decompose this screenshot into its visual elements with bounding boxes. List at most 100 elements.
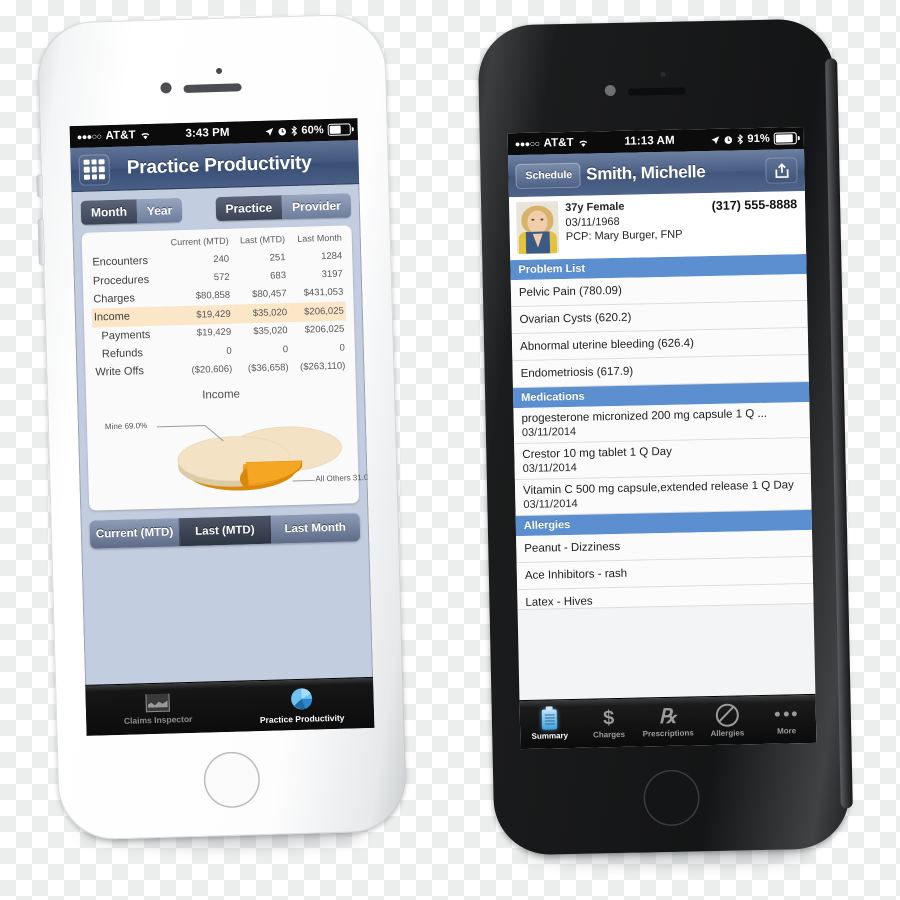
back-button-label: Schedule bbox=[525, 168, 573, 182]
carrier-label: AT&T bbox=[105, 129, 136, 143]
segment-provider[interactable]: Provider bbox=[281, 193, 352, 220]
cell-last-month: 1284 bbox=[320, 250, 343, 262]
cell-current: ($20,606) bbox=[191, 363, 233, 376]
range-button-current-mtd[interactable]: Current (MTD) bbox=[89, 517, 181, 549]
carrier-label: AT&T bbox=[543, 136, 574, 150]
cell-current: $19,429 bbox=[161, 304, 233, 326]
list-item[interactable]: Crestor 10 mg tablet 1 Q Day 03/11/2014 bbox=[514, 437, 811, 481]
tab-practice-productivity[interactable]: Practice Productivity bbox=[229, 678, 374, 732]
cell-last-month: 3197 bbox=[321, 268, 343, 281]
row-label: Income bbox=[91, 306, 162, 328]
wifi-icon bbox=[579, 140, 588, 147]
page-title: Practice Productivity bbox=[126, 152, 312, 179]
tab-charges[interactable]: $ Charges bbox=[579, 699, 639, 748]
back-button-schedule[interactable]: Schedule bbox=[515, 162, 581, 189]
tab-label: Charges bbox=[592, 729, 626, 740]
bluetooth-icon bbox=[737, 134, 743, 145]
tab-prescriptions[interactable]: ℞ Prescriptions bbox=[638, 697, 698, 746]
battery-icon bbox=[773, 132, 797, 145]
clipboard-icon bbox=[541, 708, 558, 730]
column-header-last: Last (MTD) bbox=[239, 234, 286, 246]
cell-last-month: $206,025 bbox=[288, 301, 347, 322]
column-header-last-month: Last Month bbox=[297, 232, 342, 244]
white-phone-screen: ●●●○○ AT&T 3:43 PM 60% Practice Producti… bbox=[69, 118, 375, 736]
cell-current: 0 bbox=[226, 345, 232, 357]
patient-phone-number[interactable]: (317) 555-8888 bbox=[712, 197, 798, 213]
segment-practice[interactable]: Practice bbox=[215, 195, 283, 222]
row-label: Refunds bbox=[101, 347, 144, 361]
row-label: Encounters bbox=[92, 255, 149, 269]
patient-navbar: Schedule Smith, Michelle bbox=[508, 149, 805, 198]
patient-header: 37y Female 03/11/1968 PCP: Mary Burger, … bbox=[508, 190, 807, 261]
signal-dots-icon: ●●●○○ bbox=[514, 138, 540, 150]
bluetooth-icon bbox=[291, 125, 297, 136]
row-label: Payments bbox=[101, 328, 151, 343]
tab-allergies[interactable]: Allergies bbox=[697, 696, 757, 745]
avatar-face bbox=[527, 210, 548, 234]
battery-percent-label: 60% bbox=[301, 124, 324, 137]
period-segmented-control[interactable]: Month Year bbox=[80, 198, 183, 225]
segment-month[interactable]: Month bbox=[80, 199, 138, 225]
black-phone-screen: ●●●○○ AT&T 11:13 AM 91% Schedule Smith, … bbox=[507, 127, 817, 750]
income-pie-chart: Mine 69.0% All Others 31.0 bbox=[94, 399, 369, 502]
share-icon bbox=[774, 163, 789, 179]
segment-year[interactable]: Year bbox=[136, 198, 183, 224]
cell-last-month: $431,053 bbox=[303, 287, 344, 300]
left-tabbar: Claims Inspector Practice Productivity bbox=[85, 676, 375, 736]
row-label: Charges bbox=[93, 292, 136, 306]
row-label: Write Offs bbox=[95, 365, 145, 379]
metrics-card: Current (MTD) Last (MTD) Last Month Enco… bbox=[81, 225, 369, 511]
black-iphone-device: ●●●○○ AT&T 11:13 AM 91% Schedule Smith, … bbox=[477, 18, 853, 856]
right-statusbar-right-group: 91% bbox=[710, 132, 797, 146]
tab-label: Allergies bbox=[710, 728, 745, 739]
dollar-icon: $ bbox=[602, 706, 615, 729]
cell-last-month: 0 bbox=[339, 342, 345, 354]
cell-last-month: ($263,110) bbox=[299, 360, 346, 373]
left-statusbar-carrier-group: ●●●○○ AT&T bbox=[77, 129, 151, 143]
metrics-table: Current (MTD) Last (MTD) Last Month Enco… bbox=[90, 232, 348, 383]
tab-more[interactable]: More bbox=[756, 695, 816, 744]
cell-last-month: $206,025 bbox=[304, 323, 345, 336]
segmented-controls-row: Month Year Practice Provider bbox=[80, 193, 352, 225]
left-statusbar-right-group: 60% bbox=[264, 123, 351, 137]
range-button-last-month[interactable]: Last Month bbox=[270, 512, 361, 544]
avatar-eye-right bbox=[540, 218, 543, 221]
grid-icon[interactable] bbox=[78, 153, 111, 186]
scope-segmented-control[interactable]: Practice Provider bbox=[215, 193, 352, 222]
cell-last: $35,020 bbox=[232, 303, 290, 324]
pie-chart-graphic bbox=[156, 424, 342, 491]
cell-current: 572 bbox=[213, 271, 230, 284]
list-item[interactable]: Vitamin C 500 mg capsule,extended releas… bbox=[514, 473, 812, 517]
clock-label: 11:13 AM bbox=[624, 134, 675, 148]
location-arrow-icon bbox=[711, 135, 719, 144]
patient-pcp: PCP: Mary Burger, FNP bbox=[565, 228, 683, 244]
cell-last: 0 bbox=[282, 343, 289, 355]
range-button-group[interactable]: Current (MTD) Last (MTD) Last Month bbox=[89, 512, 361, 549]
patient-name-title: Smith, Michelle bbox=[585, 162, 706, 184]
avatar bbox=[516, 201, 560, 255]
pie-chart-icon bbox=[291, 687, 313, 709]
earpiece-speaker bbox=[627, 87, 686, 96]
silent-switch[interactable] bbox=[36, 174, 43, 198]
tab-claims-inspector[interactable]: Claims Inspector bbox=[85, 682, 230, 736]
share-button[interactable] bbox=[765, 157, 798, 184]
location-arrow-icon bbox=[265, 127, 273, 136]
right-tabbar: Summary $ Charges ℞ Prescriptions Allerg… bbox=[519, 693, 817, 750]
white-iphone-device: ●●●○○ AT&T 3:43 PM 60% Practice Producti… bbox=[36, 13, 408, 841]
cell-last: 683 bbox=[270, 270, 287, 282]
range-button-last-mtd[interactable]: Last (MTD) bbox=[179, 515, 271, 546]
tab-label: Summary bbox=[531, 730, 569, 741]
practice-productivity-body: Month Year Practice Provider Current (MT… bbox=[71, 184, 369, 558]
ban-icon bbox=[715, 703, 739, 727]
scene: ●●●○○ AT&T 3:43 PM 60% Practice Producti… bbox=[0, 0, 900, 900]
pie-label-all-others: All Others 31.0 bbox=[315, 472, 369, 484]
battery-icon bbox=[327, 123, 351, 136]
tab-summary[interactable]: Summary bbox=[519, 700, 579, 749]
wifi-icon bbox=[141, 132, 150, 139]
right-statusbar-carrier-group: ●●●○○ AT&T bbox=[515, 137, 589, 151]
clock-label: 3:43 PM bbox=[185, 126, 230, 140]
cell-current: $80,858 bbox=[195, 290, 231, 303]
signal-dots-icon: ●●●○○ bbox=[76, 131, 102, 142]
cell-last: $35,020 bbox=[253, 325, 288, 338]
list-item[interactable]: progesterone micronized 200 mg capsule 1… bbox=[513, 401, 811, 445]
